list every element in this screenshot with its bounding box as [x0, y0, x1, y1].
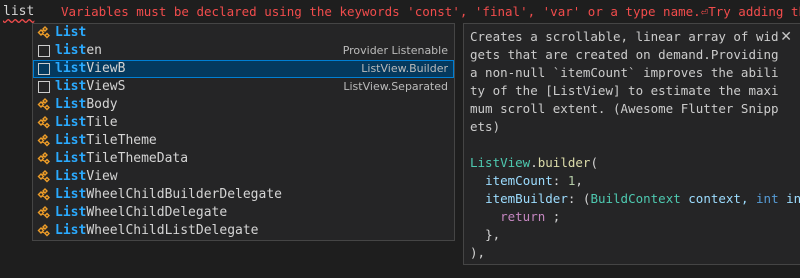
suggestion-label: ListWheelChildBuilderDelegate [55, 186, 282, 204]
code-token: : [552, 173, 568, 188]
documentation-line: gets that are created on demand.Providin… [470, 47, 779, 62]
code-token: ListView [470, 155, 531, 170]
code-token: , [575, 173, 583, 188]
suggestion-rest: Tile [86, 115, 118, 130]
suggestion-rest: Body [86, 97, 118, 112]
class-icon [37, 188, 51, 202]
class-icon [37, 224, 51, 238]
suggestion-item[interactable]: List [33, 24, 454, 42]
suggestion-match: List [55, 25, 87, 40]
suggestion-match: List [55, 169, 87, 184]
suggestion-rest: ViewS [86, 79, 126, 94]
code-token: context, [680, 191, 757, 206]
documentation-text: Creates a scrollable, linear array of wi… [470, 28, 780, 136]
suggestion-item[interactable]: ListTile [33, 114, 454, 132]
suggestion-match: list [55, 79, 87, 94]
suggestion-detail: ListView.Separated [343, 80, 448, 93]
suggestion-rest: WheelChildDelegate [86, 205, 228, 220]
suggestion-item[interactable]: listen Provider Listenable [33, 42, 454, 60]
suggestion-item[interactable]: ListWheelChildDelegate [33, 204, 454, 222]
class-icon [37, 206, 51, 220]
documentation-line: mum scroll extent. (Awesome Flutter Snip… [470, 101, 779, 116]
suggestion-match: List [55, 151, 87, 166]
suggestion-item[interactable]: listViewB ListView.Builder [33, 60, 454, 78]
suggestion-label: ListTileThemeData [55, 150, 188, 168]
suggestion-rest: WheelChildListDelegate [86, 223, 259, 238]
code-example: ListView.builder( itemCount: 1, itemBuil… [470, 154, 800, 262]
suggestion-match: List [55, 187, 87, 202]
suggestion-item[interactable]: ListBody [33, 96, 454, 114]
code-token: : ( [567, 191, 591, 206]
suggestion-label: ListBody [55, 96, 118, 114]
suggestion-label: listViewS [55, 78, 125, 96]
code-token: return [500, 209, 546, 224]
snippet-icon [38, 81, 50, 93]
suggestion-label: List [55, 24, 86, 42]
suggestion-label: ListWheelChildDelegate [55, 204, 227, 222]
suggestion-rest: View [86, 169, 118, 184]
suggestion-item[interactable]: ListTileTheme [33, 132, 454, 150]
suggestion-rest: en [86, 43, 102, 58]
suggestion-rest: TileTheme [86, 133, 157, 148]
class-icon [37, 152, 51, 166]
suggestion-match: List [55, 205, 87, 220]
suggestion-label: ListTile [55, 114, 118, 132]
class-icon [37, 134, 51, 148]
code-editor[interactable]: list Variables must be declared using th… [0, 0, 800, 278]
suggestion-widget[interactable]: List listen Provider Listenable listViewB Li… [32, 23, 455, 241]
suggestion-label: listen [55, 42, 102, 60]
code-token: ind [786, 191, 800, 206]
suggestion-match: list [55, 61, 87, 76]
suggestion-detail: ListView.Builder [361, 62, 448, 75]
documentation-line: ets) [470, 119, 501, 134]
suggestion-item[interactable]: listViewS ListView.Separated [33, 78, 454, 96]
code-token: builder [537, 155, 591, 170]
suggestion-rest: WheelChildBuilderDelegate [86, 187, 282, 202]
class-icon [37, 26, 51, 40]
error-message: Variables must be declared using the key… [61, 4, 800, 19]
suggestion-item[interactable]: ListView [33, 168, 454, 186]
suggestion-details-panel: ✕ Creates a scrollable, linear array of … [463, 23, 800, 265]
documentation-line: a non-null `itemCount` improves the abil… [470, 65, 779, 80]
suggestion-item[interactable]: ListWheelChildBuilderDelegate [33, 186, 454, 204]
suggestion-match: list [55, 43, 87, 58]
code-token: itemBuilder [485, 191, 568, 206]
class-icon [37, 116, 51, 130]
snippet-icon [38, 63, 50, 75]
code-token: }, [485, 227, 501, 242]
code-token: ; [545, 209, 561, 224]
suggestion-label: ListWheelChildListDelegate [55, 222, 259, 240]
code-token: int [756, 191, 779, 206]
suggestion-label: ListTileTheme [55, 132, 157, 150]
code-token: ), [470, 245, 486, 260]
close-icon[interactable]: ✕ [780, 30, 792, 44]
documentation-line: ty of the [ListView] to estimate the max… [470, 83, 779, 98]
suggestion-match: List [55, 133, 87, 148]
class-icon [37, 170, 51, 184]
suggestion-rest: ViewB [86, 61, 126, 76]
suggestion-match: List [55, 223, 87, 238]
code-token: . [530, 155, 538, 170]
suggestion-detail: Provider Listenable [342, 44, 448, 57]
suggestion-label: listViewB [55, 60, 125, 78]
code-line: list Variables must be declared using th… [0, 0, 800, 24]
code-token: BuildContext [590, 191, 681, 206]
suggestion-item[interactable]: ListTileThemeData [33, 150, 454, 168]
suggestion-match: List [55, 115, 87, 130]
suggestion-match: List [55, 97, 87, 112]
snippet-icon [38, 45, 50, 57]
documentation-line: Creates a scrollable, linear array of wi… [470, 29, 779, 44]
class-icon [37, 98, 51, 112]
suggestion-label: ListView [55, 168, 118, 186]
code-token: itemCount [485, 173, 553, 188]
code-token: ( [590, 155, 598, 170]
typed-word[interactable]: list [3, 0, 34, 24]
suggestion-rest: TileThemeData [86, 151, 189, 166]
suggestion-item[interactable]: ListWheelChildListDelegate [33, 222, 454, 240]
